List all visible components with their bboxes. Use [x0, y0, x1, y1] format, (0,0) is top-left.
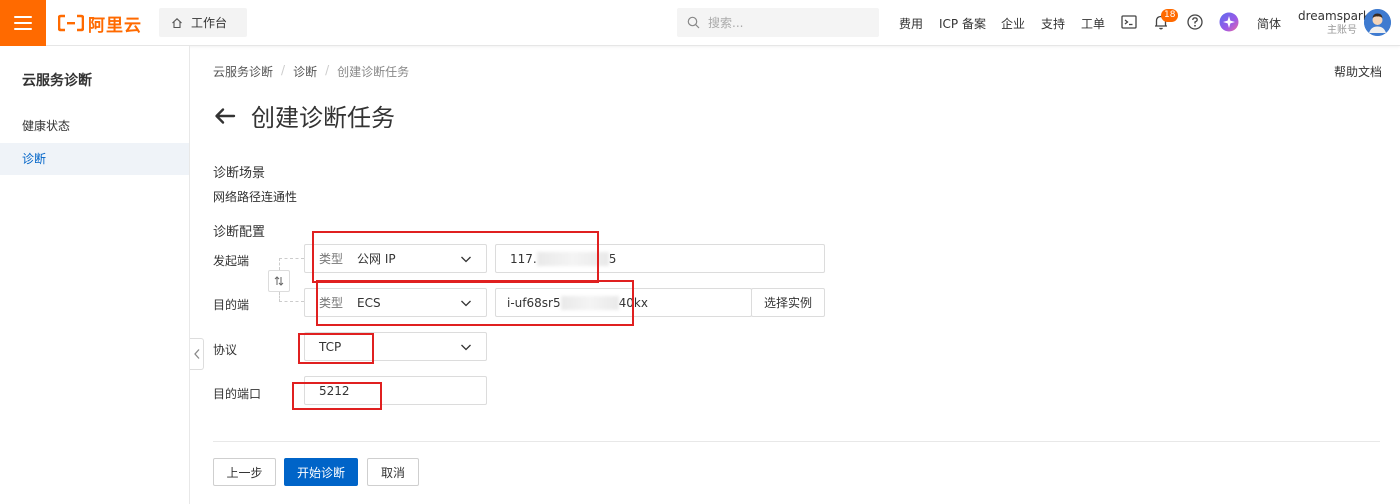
target-instance-input[interactable]: i-uf68sr5 40kx: [495, 288, 752, 317]
protocol-value: TCP: [319, 339, 342, 354]
breadcrumb: 云服务诊断 / 诊断 / 创建诊断任务: [213, 63, 409, 80]
scenario-section-label: 诊断场景: [213, 166, 266, 181]
nav-enterprise[interactable]: 企业: [1001, 15, 1025, 32]
source-type-prefix: 类型: [319, 252, 344, 266]
redacted-mask: [536, 251, 609, 266]
config-section-label: 诊断配置: [213, 225, 266, 240]
workbench-button[interactable]: 工作台: [159, 8, 247, 37]
port-value: 5212: [319, 383, 350, 398]
protocol-select[interactable]: TCP: [304, 332, 487, 361]
target-instance-suffix: 40kx: [618, 295, 648, 310]
target-label: 目的端: [213, 298, 250, 312]
aliyun-logo-icon: [58, 14, 84, 32]
aliyun-logo[interactable]: 阿里云: [58, 10, 142, 36]
avatar-icon: [1364, 9, 1391, 36]
breadcrumb-separator: /: [281, 63, 286, 77]
cancel-button[interactable]: 取消: [367, 458, 419, 486]
scenario-value: 网络路径连通性: [213, 190, 298, 204]
source-ip-suffix: 5: [608, 251, 617, 266]
help-docs-link[interactable]: 帮助文档: [1334, 63, 1382, 80]
workbench-label: 工作台: [191, 16, 228, 30]
sidebar-collapse-button[interactable]: [190, 338, 204, 370]
logo-text: 阿里云: [88, 15, 142, 36]
target-type-select[interactable]: 类型 ECS: [304, 288, 487, 317]
swap-icon: [274, 276, 284, 286]
notification-count-badge: 18: [1161, 9, 1179, 22]
ai-assistant-icon[interactable]: [1219, 12, 1239, 32]
previous-step-button[interactable]: 上一步: [213, 458, 276, 486]
source-type-select[interactable]: 类型 公网 IP: [304, 244, 487, 273]
home-icon: [172, 17, 182, 28]
user-role: 主账号: [1327, 25, 1357, 36]
start-diagnosis-button[interactable]: 开始诊断: [284, 458, 358, 486]
chevron-down-icon: [461, 256, 471, 262]
port-input[interactable]: 5212: [304, 376, 487, 405]
search-icon: [687, 16, 700, 29]
target-instance-prefix: i-uf68sr5: [507, 295, 561, 310]
search-input[interactable]: [708, 15, 868, 30]
back-arrow-icon[interactable]: [213, 104, 237, 128]
hamburger-menu-icon[interactable]: [0, 0, 46, 46]
breadcrumb-separator: /: [325, 63, 330, 77]
nav-tickets[interactable]: 工单: [1081, 15, 1105, 32]
source-ip-input[interactable]: 117. 5: [495, 244, 825, 273]
swap-endpoints-button[interactable]: [268, 270, 290, 292]
target-type-prefix: 类型: [319, 296, 344, 310]
page-title: 创建诊断任务: [251, 104, 395, 132]
chevron-down-icon: [461, 344, 471, 350]
nav-billing[interactable]: 费用: [899, 15, 923, 32]
chevron-left-icon: [193, 349, 199, 359]
connector-line: [279, 292, 304, 302]
breadcrumb-current: 创建诊断任务: [337, 65, 410, 79]
protocol-label: 协议: [213, 343, 238, 357]
nav-support[interactable]: 支持: [1041, 15, 1065, 32]
language-switcher[interactable]: 简体: [1257, 15, 1281, 32]
source-type-value: 公网 IP: [357, 252, 396, 266]
user-name: dreamspark: [1298, 9, 1370, 23]
connector-line: [279, 258, 304, 270]
nav-icp-filing[interactable]: ICP 备案: [939, 15, 986, 32]
sidebar: 云服务诊断 健康状态 诊断: [0, 46, 190, 504]
breadcrumb-diagnosis[interactable]: 诊断: [293, 63, 317, 80]
port-label: 目的端口: [213, 387, 262, 401]
page-header: 创建诊断任务: [213, 98, 395, 133]
sidebar-item-diagnosis[interactable]: 诊断: [0, 143, 189, 175]
user-avatar[interactable]: [1364, 9, 1391, 36]
search-box[interactable]: [677, 8, 879, 37]
terminal-icon[interactable]: [1120, 13, 1138, 31]
breadcrumb-cloud-diagnosis[interactable]: 云服务诊断: [213, 63, 273, 80]
redacted-mask: [560, 295, 619, 310]
top-navigation-bar: 阿里云 工作台 费用 ICP 备案 企业 支持 工单 18: [0, 0, 1400, 46]
sidebar-title: 云服务诊断: [22, 73, 92, 89]
help-icon[interactable]: [1186, 13, 1204, 31]
chevron-down-icon: [461, 300, 471, 306]
select-instance-button[interactable]: 选择实例: [751, 288, 825, 317]
source-label: 发起端: [213, 254, 250, 268]
footer-divider: [213, 441, 1380, 442]
user-account-info[interactable]: dreamspark 主账号: [1298, 9, 1370, 39]
source-ip-prefix: 117.: [510, 251, 537, 266]
sidebar-item-health-status[interactable]: 健康状态: [0, 110, 189, 142]
target-type-value: ECS: [357, 295, 381, 310]
